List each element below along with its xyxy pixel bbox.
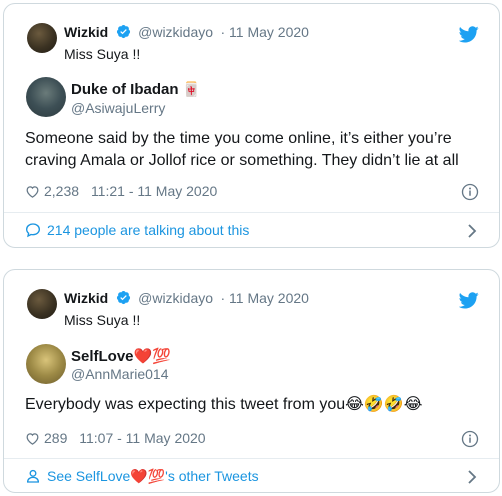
conversation-footer-link[interactable]: 214 people are talking about this — [25, 222, 249, 240]
wizkid-avatar[interactable] — [27, 289, 57, 319]
quoted-author-row: Duke of Ibadan 🀄 — [71, 81, 200, 99]
quoted-tweet-text: Someone said by the time you come online… — [25, 130, 459, 169]
twitter-bird-icon[interactable] — [459, 292, 479, 309]
tweet-card-2[interactable]: Wizkid @wizkidayo · 11 May 2020 Miss Suy… — [3, 269, 500, 493]
outer-author-name[interactable]: Wizkid — [64, 24, 108, 40]
outer-tweet-date[interactable]: · 11 May 2020 — [220, 290, 308, 306]
chevron-right-icon[interactable] — [467, 470, 477, 484]
verified-badge-icon — [116, 24, 130, 39]
mahjong-badge-icon: 🀄 — [182, 81, 200, 97]
chevron-right-icon[interactable] — [467, 224, 477, 238]
like-action[interactable]: 2,238 — [25, 183, 83, 199]
comment-icon — [25, 223, 41, 238]
like-count: 289 — [44, 430, 68, 446]
outer-tweet-text: Miss Suya !! — [64, 46, 141, 62]
tweet-timestamp[interactable]: 11:21 - 11 May 2020 — [91, 183, 217, 199]
quoted-author-row: SelfLove❤️💯 — [71, 347, 171, 366]
card-divider — [4, 458, 499, 459]
outer-tweet-header: Wizkid @wizkidayo · 11 May 2020 — [64, 24, 309, 42]
outer-tweet-date[interactable]: · 11 May 2020 — [220, 24, 308, 40]
quoted-tweet-meta: 289 11:07 - 11 May 2020 — [25, 430, 206, 446]
profile-footer-link[interactable]: See SelfLove❤️💯's other Tweets — [25, 468, 259, 486]
tweet-card-1[interactable]: Wizkid @wizkidayo · 11 May 2020 Miss Suy… — [3, 3, 500, 248]
twitter-bird-icon[interactable] — [459, 26, 479, 43]
quoted-author-handle[interactable]: @AnnMarie014 — [71, 366, 169, 382]
quoted-author-handle[interactable]: @AsiwajuLerry — [71, 100, 165, 116]
outer-author-name[interactable]: Wizkid — [64, 290, 108, 306]
outer-tweet-header: Wizkid @wizkidayo · 11 May 2020 — [64, 290, 309, 308]
quoted-tweet-text: Everybody was expecting this tweet from … — [25, 396, 423, 413]
tweet-timestamp[interactable]: 11:07 - 11 May 2020 — [79, 430, 205, 446]
outer-author-handle[interactable]: @wizkidayo — [138, 290, 213, 306]
info-icon[interactable] — [461, 183, 479, 201]
like-count: 2,238 — [44, 183, 80, 199]
quoted-author-avatar[interactable] — [26, 344, 66, 384]
like-action[interactable]: 289 — [25, 430, 71, 446]
quoted-author-avatar[interactable] — [26, 77, 66, 117]
card-divider — [4, 212, 499, 213]
quoted-author-name[interactable]: SelfLove❤️💯 — [71, 348, 171, 365]
verified-badge-icon — [116, 290, 130, 305]
profile-footer-label[interactable]: See SelfLove❤️💯's other Tweets — [47, 468, 259, 484]
quoted-author-name[interactable]: Duke of Ibadan — [71, 81, 179, 98]
heart-icon[interactable] — [25, 431, 40, 446]
wizkid-avatar[interactable] — [27, 23, 57, 53]
person-icon — [26, 469, 40, 483]
outer-tweet-text: Miss Suya !! — [64, 312, 141, 328]
outer-author-handle[interactable]: @wizkidayo — [138, 24, 213, 40]
info-icon[interactable] — [461, 430, 479, 448]
conversation-footer-label[interactable]: 214 people are talking about this — [47, 222, 249, 238]
heart-icon[interactable] — [25, 184, 40, 199]
quoted-tweet-meta: 2,238 11:21 - 11 May 2020 — [25, 183, 217, 199]
